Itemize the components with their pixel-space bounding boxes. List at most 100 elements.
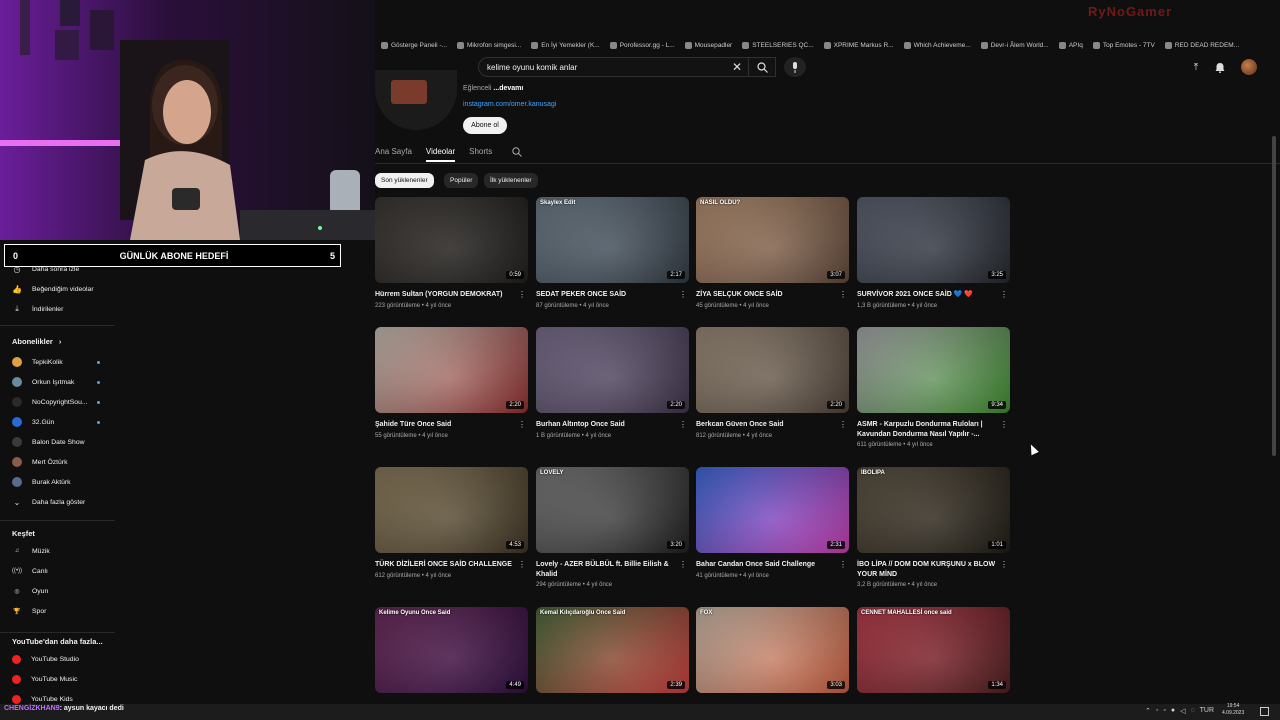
show-more-button[interactable]: ⌄ Daha fazla göster	[12, 497, 86, 507]
video-thumbnail[interactable]: 3:25	[857, 197, 1010, 283]
sidebar-item-trophy[interactable]: 🏆 Spor	[12, 606, 46, 616]
video-thumbnail[interactable]: NASIL OLDU? 3:07	[696, 197, 849, 283]
video-card[interactable]: 9:34 ASMR - Karpuzlu Dondurma Ruloları | …	[857, 327, 1010, 448]
bookmark-item[interactable]: Gösterge Paneli -...	[381, 41, 447, 49]
more-options-icon[interactable]: ⋮	[679, 420, 687, 429]
sidebar-item-thumbs-up[interactable]: 👍 Beğendiğim videolar	[12, 284, 94, 294]
video-title[interactable]: ASMR - Karpuzlu Dondurma Ruloları | Kavu…	[857, 420, 1010, 439]
bookmark-item[interactable]: Top Emotes - 7TV	[1092, 41, 1155, 49]
video-card[interactable]: CENNET MAHALLESİ once said 1:34	[857, 607, 1010, 693]
account-avatar[interactable]	[1241, 59, 1257, 75]
subscription-item[interactable]: 32.Gün	[12, 417, 54, 427]
tray-chevron-icon[interactable]: ⌃	[1145, 707, 1151, 715]
tab-shorts[interactable]: Shorts	[469, 147, 492, 156]
video-thumbnail[interactable]: IBOLIPA 1:01	[857, 467, 1010, 553]
video-title[interactable]: ZİYA SELÇUK ONCE SAİD	[696, 290, 849, 300]
bookmark-item[interactable]: STEELSERIES QC...	[742, 41, 814, 49]
video-title[interactable]: Burhan Altıntop Once Said	[536, 420, 689, 430]
bookmark-item[interactable]: Mousepadler	[684, 41, 732, 49]
video-title[interactable]: SEDAT PEKER ONCE SAİD	[536, 290, 689, 300]
search-button[interactable]	[748, 57, 776, 77]
video-title[interactable]: SURVİVOR 2021 ONCE SAİD 💙 ❤️	[857, 290, 1010, 300]
youtube-product-item[interactable]: YouTube Studio	[12, 655, 79, 664]
more-options-icon[interactable]: ⋮	[1000, 420, 1008, 429]
system-clock[interactable]: 19:54 4.09.2023	[1222, 703, 1244, 716]
video-thumbnail[interactable]: 2:20	[696, 327, 849, 413]
bookmark-item[interactable]: XPRIME Markus R...	[823, 41, 894, 49]
bookmark-item[interactable]: Porofessor.gg - L...	[609, 41, 675, 49]
usb-icon[interactable]: ▫	[1163, 707, 1165, 715]
video-thumbnail[interactable]: Kemal Kılıçdaroğlu Once Said 2:39	[536, 607, 689, 693]
more-options-icon[interactable]: ⋮	[518, 420, 526, 429]
bookmark-item[interactable]: Which Achieveme...	[903, 41, 971, 49]
mic-tray-icon[interactable]: ●	[1171, 707, 1175, 715]
bookmark-item[interactable]: Devr-i Âlem World...	[980, 41, 1049, 49]
youtube-product-item[interactable]: YouTube Music	[12, 675, 77, 684]
video-thumbnail[interactable]: 2:31	[696, 467, 849, 553]
video-thumbnail[interactable]: 2:20	[536, 327, 689, 413]
more-options-icon[interactable]: ⋮	[839, 420, 847, 429]
wifi-icon[interactable]: ◌	[1190, 707, 1194, 715]
subscription-item[interactable]: Orkun Işıtmak	[12, 377, 74, 387]
chip-latest[interactable]: Son yüklenenler	[375, 173, 434, 188]
youtube-product-item[interactable]: YouTube Kids	[12, 695, 73, 704]
voice-search-button[interactable]	[784, 57, 806, 77]
more-options-icon[interactable]: ⋮	[518, 290, 526, 299]
subscription-item[interactable]: Mert Öztürk	[12, 457, 68, 467]
video-card[interactable]: 4:53 TÜRK DİZİLERİ ONCE SAİD CHALLENGE 612…	[375, 467, 528, 579]
video-title[interactable]: Şahide Türe Once Said	[375, 420, 528, 430]
chip-popular[interactable]: Popüler	[444, 173, 479, 188]
video-card[interactable]: LOVELY 3:20 Lovely - AZER BÜLBÜL ft. Billi…	[536, 467, 689, 588]
more-options-icon[interactable]: ⋮	[518, 560, 526, 569]
channel-search-icon[interactable]	[512, 147, 523, 157]
video-title[interactable]: Berkcan Güven Once Said	[696, 420, 849, 430]
sidebar-item-live[interactable]: ((•)) Canlı	[12, 566, 48, 576]
video-thumbnail[interactable]: Skaylex Edit 2:17	[536, 197, 689, 283]
video-thumbnail[interactable]: CENNET MAHALLESİ once said 1:34	[857, 607, 1010, 693]
video-thumbnail[interactable]: 4:53	[375, 467, 528, 553]
video-title[interactable]: TÜRK DİZİLERİ ONCE SAİD CHALLENGE	[375, 560, 528, 570]
network-icon[interactable]: ◦	[1156, 707, 1158, 715]
video-card[interactable]: Kemal Kılıçdaroğlu Once Said 2:39	[536, 607, 689, 693]
subscription-item[interactable]: TepkiKolik	[12, 357, 63, 367]
video-thumbnail[interactable]: FOX 3:03	[696, 607, 849, 693]
video-card[interactable]: 2:31 Bahar Candan Once Said Challenge 41 g…	[696, 467, 849, 579]
video-card[interactable]: Kelime Oyunu Once Said 4:49	[375, 607, 528, 693]
chip-oldest[interactable]: İlk yüklenenler	[484, 173, 538, 188]
volume-icon[interactable]: ◁	[1180, 707, 1185, 715]
bookmark-item[interactable]: Mikrofon simgesi...	[457, 41, 521, 49]
bookmark-item[interactable]: RED DEAD REDEM...	[1164, 41, 1239, 49]
video-thumbnail[interactable]: 0:59	[375, 197, 528, 283]
more-options-icon[interactable]: ⋮	[1000, 560, 1008, 569]
more-options-icon[interactable]: ⋮	[1000, 290, 1008, 299]
upload-icon[interactable]: ⤒	[1189, 60, 1203, 74]
subscription-item[interactable]: Burak Aktürk	[12, 477, 71, 487]
video-title[interactable]: Bahar Candan Once Said Challenge	[696, 560, 849, 570]
more-options-icon[interactable]: ⋮	[679, 290, 687, 299]
video-card[interactable]: FOX 3:03	[696, 607, 849, 693]
video-card[interactable]: IBOLIPA 1:01 İBO LİPA // DOM DOM KURŞUNU x…	[857, 467, 1010, 588]
bookmark-item[interactable]: APIq	[1058, 41, 1083, 49]
subscriptions-heading[interactable]: Abonelikler ›	[12, 337, 61, 346]
video-card[interactable]: 3:25 SURVİVOR 2021 ONCE SAİD 💙 ❤️ 1,3 B gö…	[857, 197, 1010, 309]
video-thumbnail[interactable]: Kelime Oyunu Once Said 4:49	[375, 607, 528, 693]
sidebar-item-music[interactable]: ♫ Müzik	[12, 546, 50, 556]
subscription-item[interactable]: NoCopyrightSou...	[12, 397, 88, 407]
sidebar-item-download[interactable]: ⤓ İndirilenler	[12, 304, 63, 314]
video-title[interactable]: İBO LİPA // DOM DOM KURŞUNU x BLOW YOUR …	[857, 560, 1010, 579]
language-indicator[interactable]: TUR	[1200, 707, 1214, 715]
video-title[interactable]: Lovely - AZER BÜLBÜL ft. Billie Eilish &…	[536, 560, 689, 579]
channel-description[interactable]: Eğlenceli ...devamı	[463, 85, 523, 92]
notification-icon[interactable]	[1260, 707, 1269, 716]
subscription-item[interactable]: Balon Date Show	[12, 437, 85, 447]
tab-home[interactable]: Ana Sayfa	[375, 147, 412, 156]
more-options-icon[interactable]: ⋮	[839, 290, 847, 299]
channel-link[interactable]: instagram.com/omer.kanusagi	[463, 101, 556, 108]
video-thumbnail[interactable]: 2:20	[375, 327, 528, 413]
sidebar-item-gamepad[interactable]: ◎ Oyun	[12, 586, 48, 596]
video-title[interactable]: Hürrem Sultan (YORGUN DEMOKRAT)	[375, 290, 528, 300]
video-card[interactable]: NASIL OLDU? 3:07 ZİYA SELÇUK ONCE SAİD 45 g…	[696, 197, 849, 309]
video-card[interactable]: Skaylex Edit 2:17 SEDAT PEKER ONCE SAİD 87 …	[536, 197, 689, 309]
bell-icon[interactable]	[1213, 60, 1227, 74]
video-thumbnail[interactable]: 9:34	[857, 327, 1010, 413]
